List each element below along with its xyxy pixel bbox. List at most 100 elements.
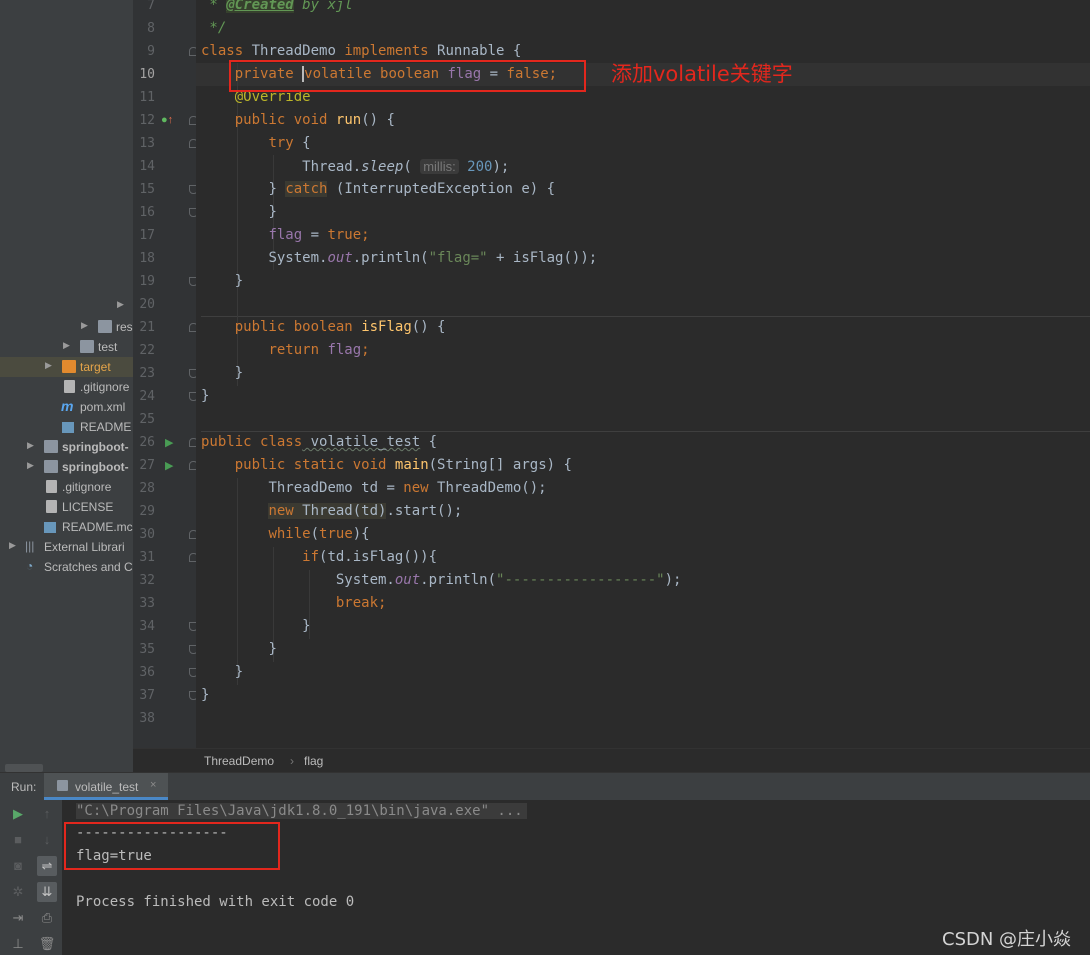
tree-item-pom[interactable]: m pom.xml bbox=[0, 397, 133, 417]
tree-item-readme[interactable]: README bbox=[0, 417, 133, 437]
editor-gutter: 7 8 9 10 11 12 13 14 15 16 17 18 19 20 21 22 23 24 25 26 27 2… bbox=[133, 0, 198, 748]
punctuation: () { bbox=[411, 319, 446, 335]
chevron-right-icon[interactable]: ▶ bbox=[27, 440, 34, 451]
breadcrumb-class[interactable]: ThreadDemo bbox=[204, 754, 274, 768]
run-gutter-icon[interactable]: ▶ bbox=[165, 436, 173, 449]
line-number: 9 bbox=[147, 44, 155, 59]
library-icon: ||| bbox=[25, 539, 35, 553]
run-gutter-icon[interactable]: ▶ bbox=[165, 459, 173, 472]
line-number: 29 bbox=[139, 504, 155, 519]
module-folder-icon bbox=[44, 460, 58, 473]
chevron-right-icon[interactable]: ▶ bbox=[27, 460, 34, 471]
field-flag: flag bbox=[327, 342, 362, 358]
tree-item-res[interactable]: ▶ res bbox=[0, 317, 133, 337]
folder-icon bbox=[62, 360, 76, 373]
close-icon[interactable]: × bbox=[150, 779, 156, 791]
tree-item-readme-root[interactable]: README.mc bbox=[0, 517, 133, 537]
tree-item-collapsed[interactable]: ▶ bbox=[0, 296, 133, 316]
line-number: 19 bbox=[139, 274, 155, 289]
soft-wrap-icon[interactable]: ⇌ bbox=[37, 856, 57, 876]
tree-item-label: springboot- bbox=[62, 460, 129, 474]
tree-item-external-libraries[interactable]: ▶ ||| External Librari bbox=[0, 537, 133, 557]
code-line: } catch (InterruptedException e) { bbox=[201, 178, 555, 201]
chevron-right-icon[interactable]: ▶ bbox=[117, 299, 124, 310]
tree-horizontal-scrollbar[interactable] bbox=[5, 764, 43, 772]
tree-item-label: README bbox=[80, 420, 132, 434]
punctuation: } bbox=[234, 664, 244, 680]
tree-item-module[interactable]: ▶ springboot- bbox=[0, 457, 133, 477]
tree-item-target[interactable]: ▶ target bbox=[0, 357, 133, 377]
run-tab-volatile-test[interactable]: volatile_test × bbox=[44, 773, 168, 800]
doc-tag: @Created bbox=[226, 0, 294, 13]
tree-item-label: pom.xml bbox=[80, 400, 126, 414]
keyword: true bbox=[319, 526, 353, 542]
code-editor[interactable]: * @Created by xjl */ class ThreadDemo im… bbox=[196, 0, 1090, 748]
line-number: 28 bbox=[139, 481, 155, 496]
punctuation: } bbox=[268, 204, 277, 220]
static-method: sleep bbox=[361, 159, 404, 175]
keyword: true bbox=[327, 227, 362, 243]
arrow-down-icon[interactable]: ↓ bbox=[37, 830, 57, 850]
tree-item-license[interactable]: LICENSE bbox=[0, 497, 133, 517]
scratch-icon: ◔ bbox=[26, 559, 34, 573]
code-line: public static void main(String[] args) { bbox=[201, 454, 572, 477]
code-line: new Thread(td).start(); bbox=[201, 500, 462, 523]
chevron-right-icon[interactable]: ▶ bbox=[9, 540, 16, 551]
tree-item-scratches[interactable]: ◔ Scratches and C bbox=[0, 557, 133, 577]
code-line: return flag; bbox=[201, 339, 369, 362]
class-ref: Thread. bbox=[302, 159, 362, 175]
arrow-up-icon[interactable]: ↑ bbox=[37, 804, 57, 824]
trash-icon[interactable]: 🗑 bbox=[37, 934, 57, 954]
line-number: 26 bbox=[139, 435, 155, 450]
expression: + isFlag()); bbox=[487, 250, 598, 266]
markdown-icon bbox=[62, 422, 74, 433]
doc-comment: * bbox=[201, 0, 227, 13]
tree-item-test[interactable]: ▶ test bbox=[0, 337, 133, 357]
output-highlight-box bbox=[64, 822, 280, 870]
scroll-to-end-icon[interactable]: ⇊ bbox=[37, 882, 57, 902]
tree-item-label: springboot- bbox=[62, 440, 129, 454]
settings-icon[interactable]: ✲ bbox=[8, 882, 28, 902]
punctuation: } bbox=[268, 181, 277, 197]
code-line: } bbox=[201, 684, 209, 707]
keyword: if bbox=[302, 549, 320, 565]
punctuation: ); bbox=[492, 159, 510, 175]
chevron-right-icon[interactable]: ▶ bbox=[45, 360, 52, 371]
watermark: CSDN @庄小焱 bbox=[942, 929, 1072, 950]
method-name: main bbox=[394, 457, 429, 473]
chevron-right-icon[interactable]: ▶ bbox=[63, 340, 70, 351]
line-number: 30 bbox=[139, 527, 155, 542]
field-flag: flag bbox=[268, 227, 303, 243]
camera-icon[interactable]: ◙ bbox=[8, 856, 28, 876]
code-line: while(true){ bbox=[201, 523, 369, 546]
code-line: Thread.sleep( millis: 200); bbox=[201, 155, 509, 178]
breadcrumb-member[interactable]: flag bbox=[304, 754, 323, 768]
tree-item-gitignore-root[interactable]: .gitignore bbox=[0, 477, 133, 497]
pin-icon[interactable]: ⊥ bbox=[8, 934, 28, 954]
keyword: public bbox=[234, 319, 286, 335]
keyword: class bbox=[260, 434, 303, 450]
tree-item-label: README.mc bbox=[62, 520, 133, 534]
rerun-icon[interactable]: ▶ bbox=[8, 804, 28, 824]
stop-icon[interactable]: ■ bbox=[8, 830, 28, 850]
run-tool-window-header: Run: volatile_test × bbox=[0, 772, 1090, 800]
punctuation: { bbox=[293, 135, 311, 151]
line-number: 7 bbox=[147, 0, 155, 13]
print-icon[interactable]: ⎙ bbox=[37, 908, 57, 928]
tree-item-gitignore[interactable]: .gitignore bbox=[0, 377, 133, 397]
exit-icon[interactable]: ⇥ bbox=[8, 908, 28, 928]
tree-item-label: .gitignore bbox=[62, 480, 112, 494]
markdown-icon bbox=[44, 522, 56, 533]
file-icon bbox=[46, 480, 57, 493]
override-gutter-icon[interactable]: ●↑ bbox=[161, 114, 173, 126]
keyword: static bbox=[293, 457, 345, 473]
project-tree: ▶ ▶ res ▶ test ▶ target .gitignore m pom… bbox=[0, 0, 133, 772]
tree-item-module[interactable]: ▶ springboot- bbox=[0, 437, 133, 457]
line-number: 22 bbox=[139, 343, 155, 358]
breadcrumb: ThreadDemo › flag bbox=[133, 748, 1090, 773]
tree-item-label: .gitignore bbox=[80, 380, 130, 394]
keyword: break bbox=[335, 595, 379, 611]
code-line: if(td.isFlag()){ bbox=[201, 546, 437, 569]
console-line: Process finished with exit code 0 bbox=[76, 894, 355, 910]
chevron-right-icon[interactable]: ▶ bbox=[81, 320, 88, 331]
